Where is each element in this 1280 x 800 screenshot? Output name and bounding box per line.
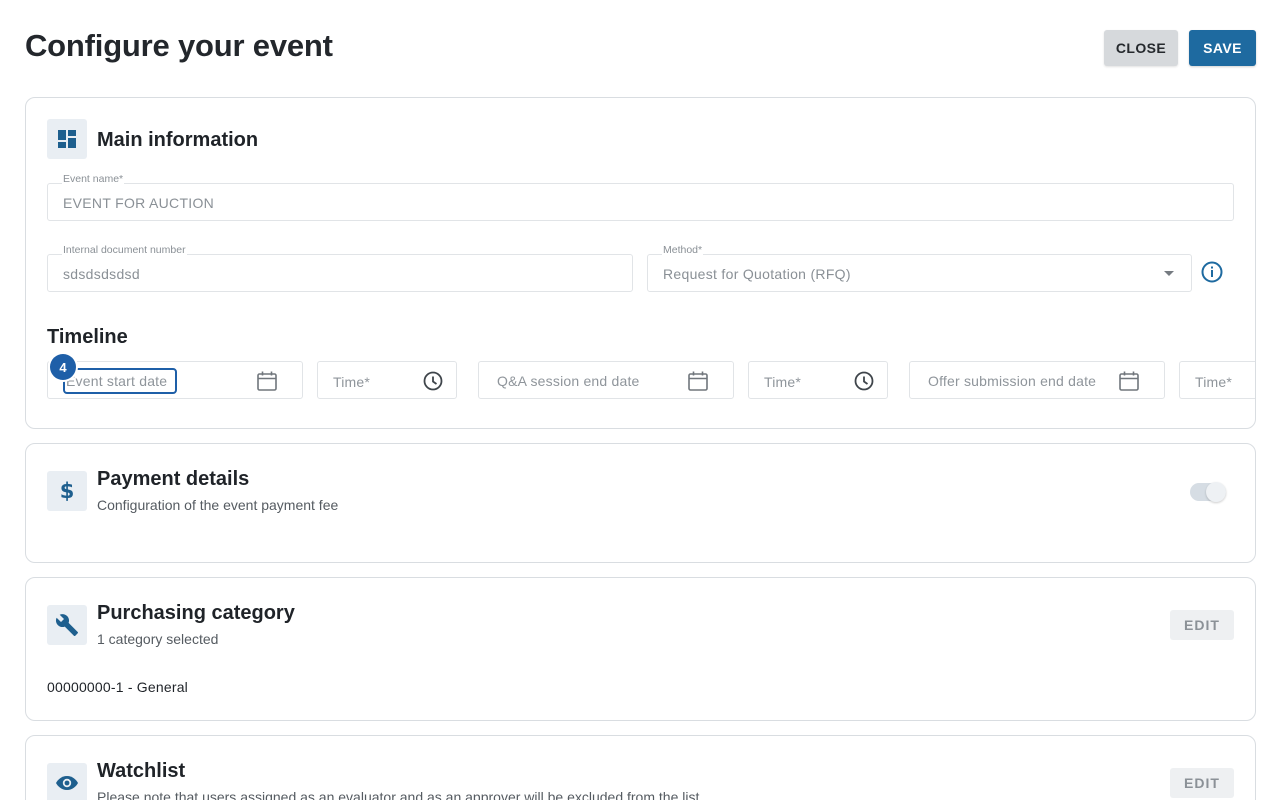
main-information-title: Main information bbox=[97, 129, 259, 151]
qa-session-end-time-placeholder: Time* bbox=[764, 374, 802, 390]
category-list-item: 00000000-1 - General bbox=[47, 679, 188, 695]
method-label: Method* bbox=[662, 244, 704, 256]
watchlist-card: Watchlist Please note that users assigne… bbox=[25, 735, 1256, 800]
event-name-value: EVENT FOR AUCTION bbox=[63, 195, 215, 211]
qa-session-end-time-field[interactable]: Time* bbox=[748, 361, 888, 399]
event-name-label: Event name* bbox=[62, 173, 125, 185]
event-name-field[interactable]: Event name* EVENT FOR AUCTION bbox=[47, 173, 1234, 221]
payment-details-card: $ Payment details Configuration of the e… bbox=[25, 443, 1256, 563]
qa-session-end-date-placeholder: Q&A session end date bbox=[497, 373, 640, 389]
qa-session-end-date-field[interactable]: Q&A session end date bbox=[478, 361, 734, 399]
payment-details-subtitle: Configuration of the event payment fee bbox=[97, 497, 339, 513]
event-start-time-field[interactable]: Time* bbox=[317, 361, 457, 399]
calendar-icon[interactable] bbox=[256, 370, 278, 392]
main-information-card: Main information Event name* EVENT FOR A… bbox=[25, 97, 1256, 429]
dashboard-icon bbox=[47, 119, 87, 159]
offer-submission-end-date-placeholder: Offer submission end date bbox=[928, 373, 1097, 389]
timeline-title: Timeline bbox=[47, 326, 128, 348]
toggle-knob bbox=[1206, 482, 1226, 502]
purchasing-category-subtitle: 1 category selected bbox=[97, 631, 219, 647]
step-badge: 4 bbox=[50, 354, 76, 380]
event-start-time-placeholder: Time* bbox=[333, 374, 371, 390]
save-button[interactable]: SAVE bbox=[1189, 30, 1256, 66]
info-icon[interactable] bbox=[1200, 260, 1224, 284]
method-select[interactable]: Method* Request for Quotation (RFQ) bbox=[647, 244, 1192, 292]
method-value: Request for Quotation (RFQ) bbox=[663, 266, 851, 282]
page-title: Configure your event bbox=[25, 28, 333, 63]
purchasing-category-title: Purchasing category bbox=[97, 602, 295, 624]
purchasing-category-card: Purchasing category 1 category selected … bbox=[25, 577, 1256, 721]
watchlist-subtitle: Please note that users assigned as an ev… bbox=[97, 789, 700, 800]
close-button[interactable]: CLOSE bbox=[1104, 30, 1178, 66]
internal-document-number-label: Internal document number bbox=[62, 244, 187, 256]
payment-toggle[interactable] bbox=[1190, 482, 1226, 502]
wrench-icon bbox=[47, 605, 87, 645]
eye-icon bbox=[47, 763, 87, 800]
configure-event-page: Configure your event CLOSE SAVE Main inf… bbox=[0, 0, 1280, 800]
chevron-down-icon bbox=[1164, 271, 1174, 276]
watchlist-title: Watchlist bbox=[97, 760, 186, 782]
offer-submission-end-time-field[interactable]: Time* bbox=[1179, 361, 1255, 399]
internal-document-number-value: sdsdsdsdsd bbox=[63, 266, 140, 282]
purchasing-category-edit-button[interactable]: EDIT bbox=[1170, 610, 1234, 640]
offer-submission-end-date-field[interactable]: Offer submission end date bbox=[909, 361, 1165, 399]
offer-submission-end-time-placeholder: Time* bbox=[1195, 374, 1233, 390]
clock-icon[interactable] bbox=[422, 370, 444, 392]
dollar-icon: $ bbox=[47, 471, 87, 511]
calendar-icon[interactable] bbox=[1118, 370, 1140, 392]
payment-details-title: Payment details bbox=[97, 468, 250, 490]
clock-icon[interactable] bbox=[853, 370, 875, 392]
internal-document-number-field[interactable]: Internal document number sdsdsdsdsd bbox=[47, 244, 633, 292]
focus-highlight bbox=[63, 368, 177, 394]
event-start-date-field[interactable]: Event start date 4 bbox=[47, 354, 303, 399]
watchlist-edit-button[interactable]: EDIT bbox=[1170, 768, 1234, 798]
calendar-icon[interactable] bbox=[687, 370, 709, 392]
